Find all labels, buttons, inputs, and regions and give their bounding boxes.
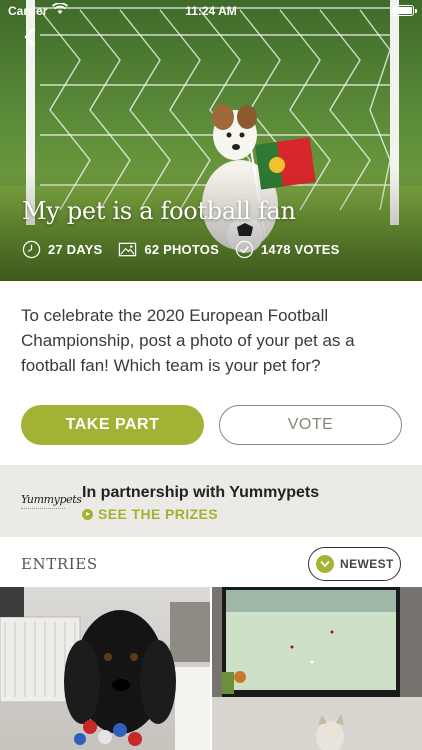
challenge-description: To celebrate the 2020 European Football … [21, 306, 355, 375]
action-buttons: TAKE PART VOTE [21, 405, 402, 445]
stat-votes-label: 1478 VOTES [260, 242, 340, 257]
challenge-stats: 27 DAYS 62 PHOTOS 1478 VOTES [22, 240, 356, 259]
stat-days: 27 DAYS [22, 240, 102, 259]
back-chevron-icon[interactable] [20, 26, 42, 48]
stat-votes: 1478 VOTES [235, 240, 340, 259]
chevron-down-icon [316, 555, 334, 573]
entry-photo-dog [0, 587, 210, 750]
hero-gradient-overlay [0, 171, 422, 281]
partnership-title: In partnership with Yummypets [82, 484, 320, 501]
challenge-title: My pet is a football fan [22, 197, 296, 225]
clock-time: 11:24 AM [185, 4, 237, 18]
yummypets-logo: Yummypets [21, 493, 82, 506]
status-bar: Carrier 11:24 AM [0, 0, 422, 22]
logo-underline [21, 508, 65, 510]
entry-photo-cat-tv [212, 587, 422, 750]
see-prizes-label: SEE THE PRIZES [98, 506, 218, 522]
partnership-banner[interactable]: Yummypets In partnership with Yummypets … [0, 465, 422, 537]
clock-icon [22, 240, 41, 259]
see-prizes-link[interactable]: SEE THE PRIZES [82, 506, 218, 522]
entry-tile[interactable] [212, 587, 422, 750]
stat-days-label: 27 DAYS [48, 242, 103, 257]
challenge-screen: Carrier 11:24 AM My pet is a football fa… [0, 0, 422, 750]
battery-icon [390, 5, 417, 16]
photo-icon [119, 242, 137, 257]
sort-newest-button[interactable]: NEWEST [308, 547, 401, 581]
play-circle-icon [82, 508, 93, 520]
hero-image: Carrier 11:24 AM My pet is a football fa… [0, 0, 422, 281]
stat-photos: 62 PHOTOS [118, 240, 219, 259]
entries-heading: ENTRIES [21, 555, 98, 573]
take-part-button[interactable]: TAKE PART [21, 405, 204, 445]
entry-tile[interactable] [0, 587, 210, 750]
stat-photos-label: 62 PHOTOS [144, 242, 219, 257]
check-circle-icon [235, 240, 254, 259]
vote-button[interactable]: VOTE [219, 405, 402, 445]
sort-label: NEWEST [340, 557, 394, 571]
entries-grid [0, 587, 422, 750]
